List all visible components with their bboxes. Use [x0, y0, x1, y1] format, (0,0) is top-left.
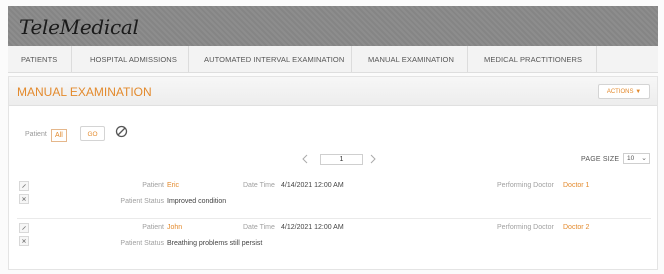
nav-item-hospital-admissions[interactable]: HOSPITAL ADMISSIONS	[90, 46, 177, 72]
datetime-value: 4/14/2021 12:00 AM	[281, 182, 344, 189]
filter-label: Patient	[25, 131, 47, 138]
nav-divider	[71, 46, 72, 72]
performing-doctor-label: Performing Doctor	[497, 224, 554, 231]
performing-doctor-link[interactable]: Doctor 2	[563, 224, 589, 231]
app-header: TeleMedical	[8, 6, 658, 46]
actions-button[interactable]: ACTIONS ▼	[598, 84, 650, 99]
manual-examination-panel: MANUAL EXAMINATION ACTIONS ▼ Patient All…	[8, 76, 658, 270]
row-divider	[17, 218, 651, 219]
patient-link[interactable]: Eric	[167, 182, 179, 189]
actions-label: ACTIONS	[606, 89, 634, 95]
delete-icon[interactable]	[19, 194, 29, 204]
performing-doctor-label: Performing Doctor	[497, 182, 554, 189]
nav-item-medical-practitioners[interactable]: MEDICAL PRACTITIONERS	[484, 46, 582, 72]
performing-doctor-link[interactable]: Doctor 1	[563, 182, 589, 189]
nav-divider	[188, 46, 189, 72]
patient-label: Patient	[142, 224, 164, 231]
datetime-value: 4/12/2021 12:00 AM	[281, 224, 344, 231]
page-number-input[interactable]: 1	[320, 154, 363, 165]
nav-item-automated-interval-examination[interactable]: AUTOMATED INTERVAL EXAMINATION	[204, 46, 344, 72]
clear-filter-icon[interactable]	[115, 125, 128, 138]
panel-title: MANUAL EXAMINATION	[17, 85, 152, 99]
caret-down-icon: ▼	[635, 89, 642, 95]
patient-label: Patient	[142, 182, 164, 189]
datetime-label: Date Time	[243, 224, 275, 231]
go-button[interactable]: GO	[80, 126, 105, 141]
nav-item-manual-examination[interactable]: MANUAL EXAMINATION	[368, 46, 454, 72]
page-size-select[interactable]: 10 ⌄	[623, 153, 650, 164]
panel-header: MANUAL EXAMINATION ACTIONS ▼	[9, 77, 657, 106]
edit-icon[interactable]	[19, 223, 29, 233]
nav-divider	[596, 46, 597, 72]
main-nav: PATIENTS HOSPITAL ADMISSIONS AUTOMATED I…	[8, 46, 658, 73]
page-size-value: 10	[627, 155, 635, 162]
patient-status-value: Breathing problems still persist	[167, 240, 263, 247]
nav-divider	[351, 46, 352, 72]
edit-icon[interactable]	[19, 181, 29, 191]
page-size-label: PAGE SIZE	[581, 156, 620, 163]
patient-filter-tag[interactable]: All	[51, 129, 67, 142]
next-page-icon[interactable]	[369, 154, 377, 164]
patient-status-label: Patient Status	[120, 240, 164, 247]
patient-status-value: Improved condition	[167, 198, 227, 205]
nav-divider	[467, 46, 468, 72]
app-logo: TeleMedical	[19, 15, 139, 39]
patient-link[interactable]: John	[167, 224, 182, 231]
nav-item-patients[interactable]: PATIENTS	[21, 46, 57, 72]
previous-page-icon[interactable]	[301, 154, 309, 164]
datetime-label: Date Time	[243, 182, 275, 189]
chevron-down-icon: ⌄	[641, 155, 647, 162]
patient-status-label: Patient Status	[120, 198, 164, 205]
delete-icon[interactable]	[19, 236, 29, 246]
examination-row: Patient John Date Time 4/12/2021 12:00 A…	[17, 218, 651, 267]
